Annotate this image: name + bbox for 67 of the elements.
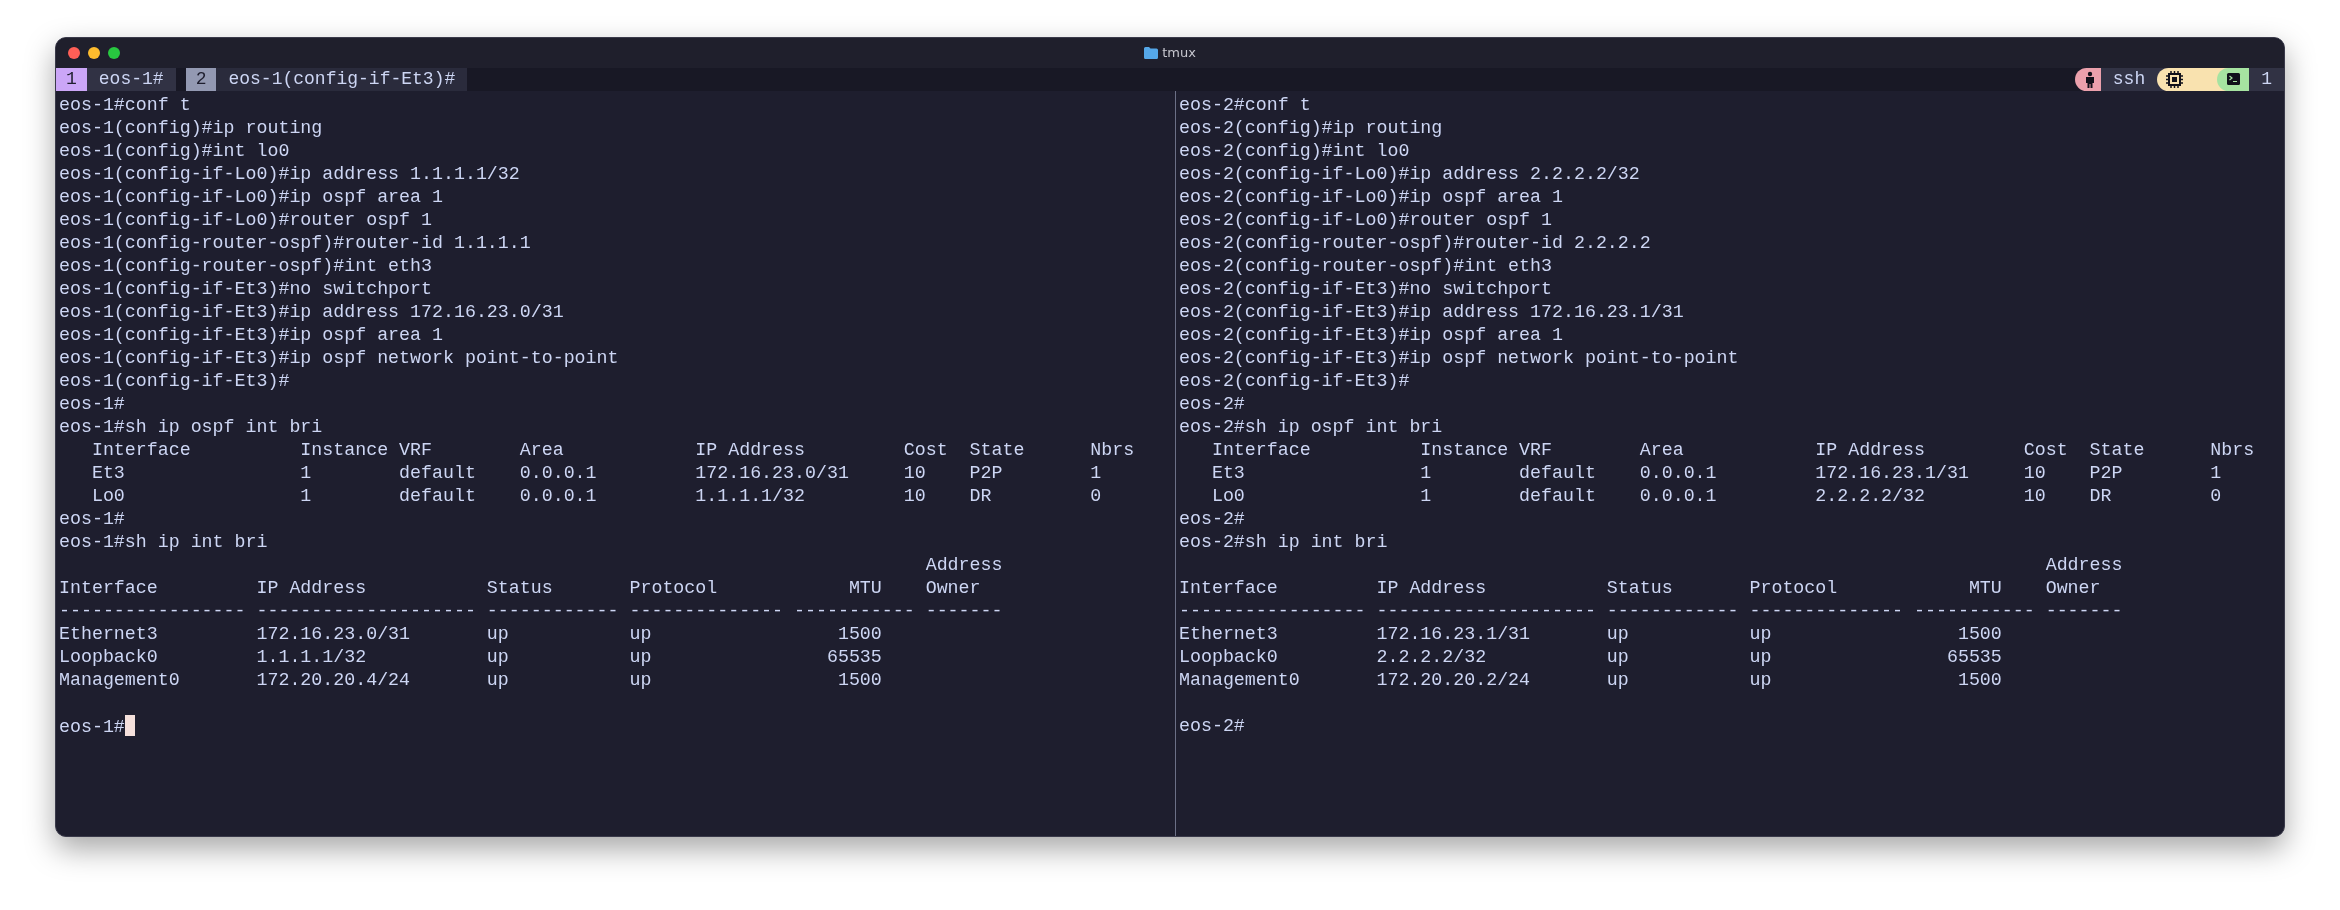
terminal-line: eos-2(config-if-Et3)#ip address 172.16.23.1/31: [1179, 302, 1684, 322]
terminal-line: eos-2#: [1179, 716, 1245, 736]
terminal-line: ----------------- -------------------- ------------ -------------- ----------- -------: [59, 601, 1003, 621]
terminal-line: eos-2#sh ip int bri: [1179, 532, 1388, 552]
terminal-line: eos-1(config-router-ospf)#int eth3: [59, 256, 432, 276]
terminal-line: eos-2#conf t: [1179, 95, 1311, 115]
terminal-line: eos-1#conf t: [59, 95, 191, 115]
chip-icon: [2157, 68, 2218, 91]
terminal-line: eos-2#: [1179, 509, 1245, 529]
terminal-line: Ethernet3 172.16.23.1/31 up up 1500: [1179, 624, 2002, 644]
terminal-line: Lo0 1 default 0.0.0.1 2.2.2.2/32 10 DR 0: [1210, 486, 2222, 506]
window-number: 1: [56, 68, 87, 91]
terminal-line: eos-1(config-if-Lo0)#router ospf 1: [59, 210, 432, 230]
terminal-line: Ethernet3 172.16.23.0/31 up up 1500: [59, 624, 882, 644]
terminal-line: Loopback0 1.1.1.1/32 up up 65535: [59, 647, 882, 667]
terminal-line: Et3 1 default 0.0.0.1 172.16.23.0/31 10 P2P 1: [90, 463, 1102, 483]
terminal-line: Interface IP Address Status Protocol MTU Owner: [59, 578, 981, 598]
terminal-line: eos-2(config)#int lo0: [1179, 141, 1410, 161]
terminal-line: eos-2(config-router-ospf)#int eth3: [1179, 256, 1552, 276]
window-number: 2: [185, 68, 217, 91]
terminal-line: eos-1(config-if-Lo0)#ip ospf area 1: [59, 187, 443, 207]
zoom-button[interactable]: [108, 47, 120, 59]
terminal-line: eos-1(config-if-Lo0)#ip address 1.1.1.1/32: [59, 164, 520, 184]
terminal-line: Address: [924, 555, 1003, 575]
minimize-button[interactable]: [88, 47, 100, 59]
terminal-line: eos-2(config-if-Et3)#ip ospf area 1: [1179, 325, 1563, 345]
terminal-line: eos-2#sh ip ospf int bri: [1179, 417, 1443, 437]
terminal-line: Management0 172.20.20.2/24 up up 1500: [1179, 670, 2002, 690]
terminal-line: eos-2(config-if-Lo0)#ip address 2.2.2.2/32: [1179, 164, 1640, 184]
terminal-line: eos-1(config-router-ospf)#router-id 1.1.1.1: [59, 233, 531, 253]
terminal-line: eos-1#: [59, 509, 125, 529]
window-tab[interactable]: 2 eos-1(config-if-Et3)#: [185, 68, 468, 91]
terminal-line: eos-2(config-if-Lo0)#router ospf 1: [1179, 210, 1552, 230]
terminal-line: Interface IP Address Status Protocol MTU Owner: [1179, 578, 2101, 598]
close-button[interactable]: [68, 47, 80, 59]
folder-icon: [1144, 47, 1159, 59]
terminal-line: eos-1#sh ip ospf int bri: [59, 417, 323, 437]
terminal-line: eos-2#: [1179, 394, 1245, 414]
terminal-line: eos-2(config-if-Et3)#ip ospf network point-to-point: [1179, 348, 1739, 368]
pane-count: 1: [2249, 68, 2284, 91]
terminal-line: eos-2(config)#ip routing: [1179, 118, 1443, 138]
terminal-line: Et3 1 default 0.0.0.1 172.16.23.1/31 10 P2P 1: [1210, 463, 2222, 483]
session-name: ssh: [2100, 68, 2158, 91]
terminal-line: Loopback0 2.2.2.2/32 up up 65535: [1179, 647, 2002, 667]
window-title: tmux: [1162, 44, 1196, 63]
window-tab[interactable]: 1 eos-1#: [56, 68, 176, 91]
terminal-line: eos-1(config-if-Et3)#ip ospf network point-to-point: [59, 348, 619, 368]
terminal-line: eos-1(config)#ip routing: [59, 118, 323, 138]
terminal-line: Address: [2044, 555, 2123, 575]
terminal-line: eos-1(config-if-Et3)#ip address 172.16.23.0/31: [59, 302, 564, 322]
terminal-line: Interface Instance VRF Area IP Address Cost State Nbrs: [90, 440, 1135, 460]
terminal-line: eos-1(config-if-Et3)#: [59, 371, 290, 391]
terminal-line: eos-2(config-router-ospf)#router-id 2.2.2.2: [1179, 233, 1651, 253]
terminal-line: eos-1#sh ip int bri: [59, 532, 268, 552]
terminal-line: eos-1#: [59, 717, 125, 737]
terminal-line: eos-2(config-if-Et3)#: [1179, 371, 1410, 391]
terminal-line: Interface Instance VRF Area IP Address Cost State Nbrs: [1210, 440, 2255, 460]
terminal-icon: [2217, 68, 2250, 91]
terminal-line: eos-2(config-if-Lo0)#ip ospf area 1: [1179, 187, 1563, 207]
terminal-line: eos-1(config-if-Et3)#no switchport: [59, 279, 432, 299]
terminal-line: eos-1(config-if-Et3)#ip ospf area 1: [59, 325, 443, 345]
terminal-line: Management0 172.20.20.4/24 up up 1500: [59, 670, 882, 690]
terminal-line: Lo0 1 default 0.0.0.1 1.1.1.1/32 10 DR 0: [90, 486, 1102, 506]
terminal-line: eos-2(config-if-Et3)#no switchport: [1179, 279, 1552, 299]
terminal-line: eos-1#: [59, 394, 125, 414]
terminal-line: ----------------- -------------------- ------------ -------------- ----------- -------: [1179, 601, 2123, 621]
terminal-line: eos-1(config)#int lo0: [59, 141, 290, 161]
